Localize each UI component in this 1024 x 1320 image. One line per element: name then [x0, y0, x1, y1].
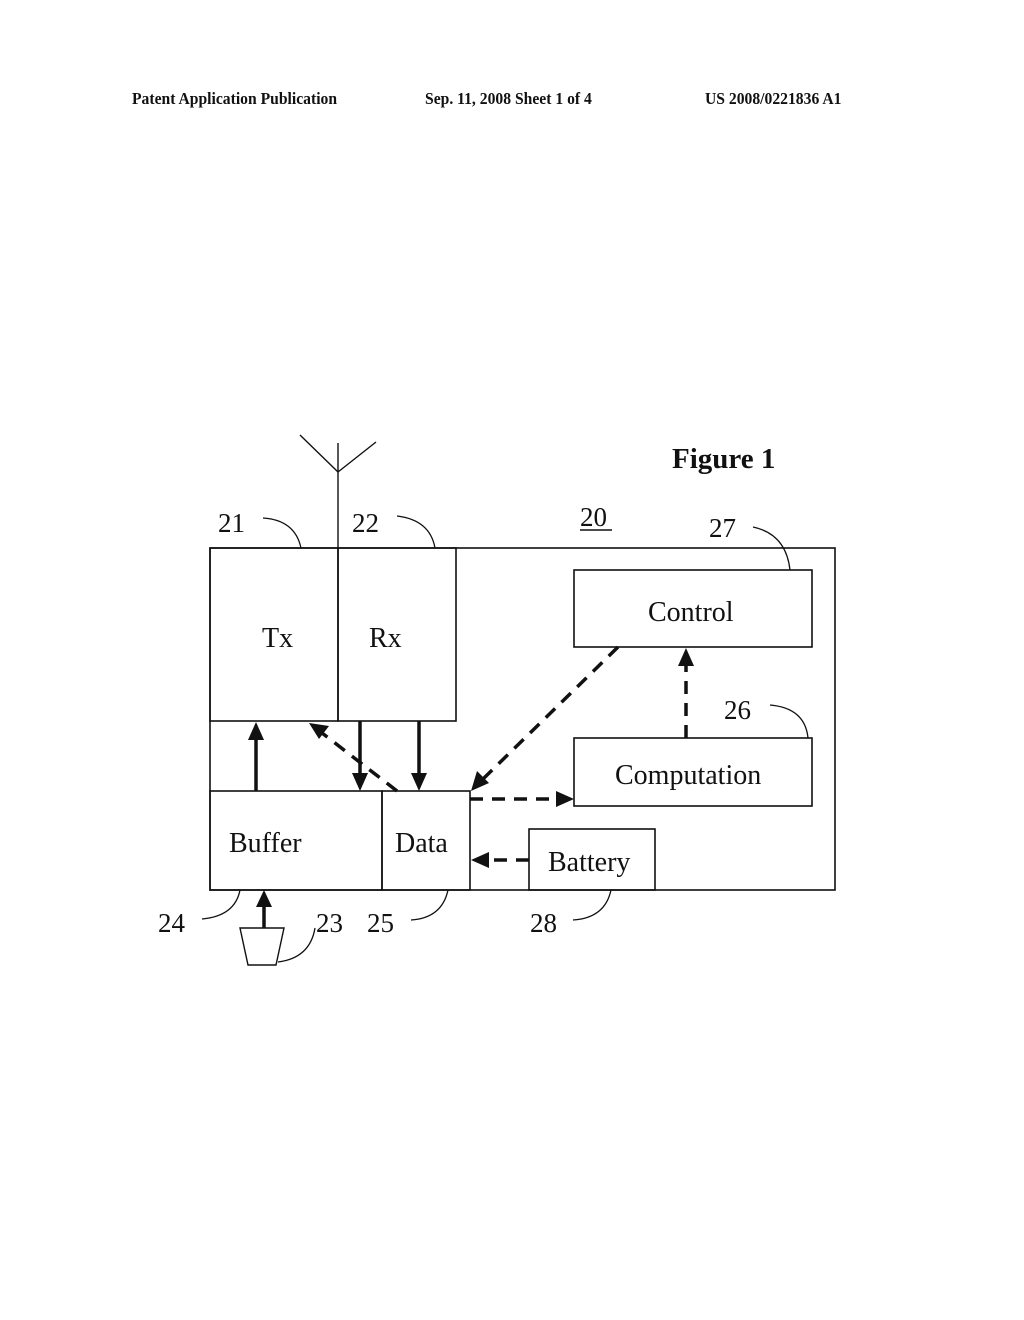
- device-ref-label: 20: [580, 502, 607, 532]
- ref-25: 25: [367, 908, 394, 938]
- arrow-computation-to-control: [678, 648, 694, 738]
- leader-22: [396, 515, 436, 549]
- tx-label: Tx: [262, 623, 293, 654]
- leader-26: [769, 704, 809, 739]
- arrow-battery-to-data: [471, 852, 529, 868]
- arrow-data-to-tx: [309, 723, 399, 793]
- figure-1-diagram: Figure 1 20 Tx Rx Buffer Data Control Co…: [158, 434, 836, 966]
- leader-21: [262, 517, 302, 549]
- arrow-control-to-data: [471, 645, 620, 791]
- leader-25: [410, 889, 449, 921]
- figure-title: Figure 1: [672, 443, 775, 475]
- arrow-data-to-computation: [470, 791, 574, 807]
- battery-label: Battery: [548, 847, 630, 878]
- sensor-icon: [239, 927, 285, 966]
- data-label: Data: [395, 828, 448, 859]
- arrow-buffer-to-tx: [248, 722, 264, 791]
- ref-23: 23: [316, 908, 343, 938]
- arrow-rx-to-data: [411, 721, 427, 791]
- ref-27: 27: [709, 513, 736, 543]
- ref-24: 24: [158, 908, 186, 938]
- ref-26: 26: [724, 695, 751, 725]
- buffer-label: Buffer: [229, 828, 302, 859]
- ref-22: 22: [352, 508, 379, 538]
- leader-24: [201, 889, 241, 920]
- control-label: Control: [648, 597, 734, 628]
- leader-28: [572, 889, 612, 921]
- arrow-sensor-to-buffer: [256, 890, 272, 928]
- ref-21: 21: [218, 508, 245, 538]
- rx-label: Rx: [369, 623, 402, 654]
- computation-label: Computation: [615, 760, 761, 791]
- ref-28: 28: [530, 908, 557, 938]
